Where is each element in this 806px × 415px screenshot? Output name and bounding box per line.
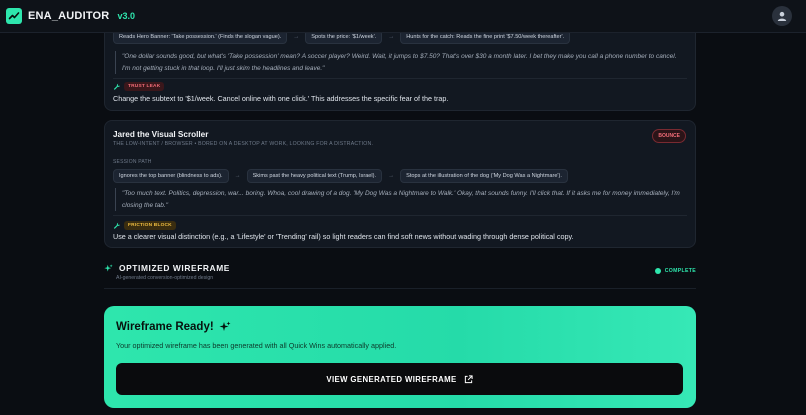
- persona-subtitle: THE LOW-INTENT / BROWSER • BORED ON A DE…: [113, 141, 374, 147]
- ready-description: Your optimized wireframe has been genera…: [116, 341, 397, 350]
- section-subtitle: AI-generated conversion-optimized design: [116, 275, 214, 281]
- friction-block-tag: FRICTION BLOCK: [124, 221, 176, 230]
- section-title: OPTIMIZED WIREFRAME: [119, 263, 230, 273]
- optimized-header: OPTIMIZED WIREFRAME: [104, 263, 230, 273]
- trust-leak-tag: TRUST LEAK: [124, 82, 165, 91]
- view-wireframe-button[interactable]: VIEW GENERATED WIREFRAME: [116, 363, 683, 395]
- session-path-label: SESSION PATH: [113, 159, 152, 165]
- fix-recommendation: Use a clearer visual distinction (e.g., …: [113, 232, 574, 241]
- wireframe-ready-panel: Wireframe Ready! Your optimized wirefram…: [104, 306, 696, 408]
- persona-card-jared: Jared the Visual Scroller THE LOW-INTENT…: [104, 120, 696, 248]
- divider: [113, 215, 687, 216]
- fix-recommendation: Change the subtext to '$1/week. Cancel o…: [113, 94, 449, 103]
- path-step: Skims past the heavy political text (Tru…: [246, 169, 383, 183]
- path-step: Ignores the top banner (blindness to ads…: [113, 169, 229, 183]
- arrow-icon: →: [388, 173, 395, 179]
- issue-tag-row: FRICTION BLOCK: [113, 221, 176, 230]
- brand[interactable]: ENA_AUDITOR v3.0: [6, 8, 135, 24]
- divider: [104, 288, 696, 289]
- persona-name: Jared the Visual Scroller: [113, 130, 209, 139]
- sparkles-icon: [219, 321, 231, 331]
- top-header: ENA_AUDITOR v3.0: [0, 0, 806, 33]
- issue-tag-row: TRUST LEAK: [113, 82, 165, 91]
- persona-quote: "Too much text. Politics, depression, wa…: [115, 188, 683, 211]
- session-path: Ignores the top banner (blindness to ads…: [113, 169, 568, 183]
- arrow-icon: →: [234, 173, 241, 179]
- view-wireframe-label: VIEW GENERATED WIREFRAME: [326, 374, 457, 384]
- external-link-icon: [464, 374, 473, 383]
- status-badge: COMPLETE: [654, 268, 696, 274]
- arrow-icon: →: [388, 34, 395, 40]
- wrench-icon: [113, 222, 120, 229]
- sparkles-icon: [104, 263, 113, 271]
- arrow-icon: →: [293, 34, 300, 40]
- user-icon[interactable]: [772, 6, 792, 26]
- status-dot-icon: [654, 268, 661, 274]
- persona-quote: "One dollar sounds good, but what's 'Tak…: [115, 51, 683, 74]
- app-version: v3.0: [117, 11, 135, 21]
- wrench-icon: [113, 83, 120, 90]
- chart-logo-icon: [6, 8, 22, 24]
- path-step: Stops at the illustration of the dog ('M…: [400, 169, 568, 183]
- app-name: ENA_AUDITOR: [28, 10, 110, 22]
- ready-title: Wireframe Ready!: [116, 321, 214, 333]
- ready-title-row: Wireframe Ready!: [116, 321, 231, 333]
- status-text: COMPLETE: [664, 268, 696, 274]
- bounce-badge: BOUNCE: [652, 129, 686, 143]
- divider: [113, 78, 687, 79]
